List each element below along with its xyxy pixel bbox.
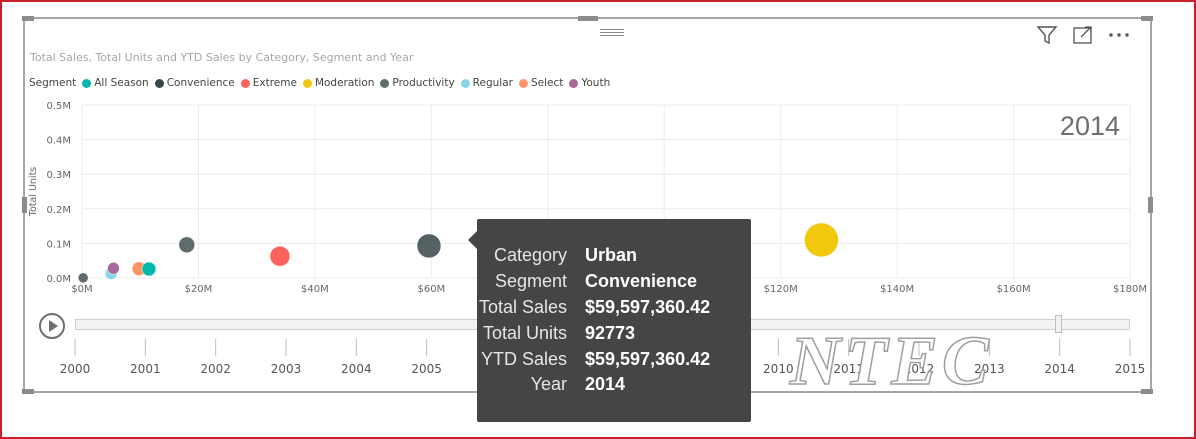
tooltip-value: Urban — [585, 245, 638, 266]
data-point-moderation — [804, 222, 839, 258]
data-point-productivity — [77, 272, 89, 284]
data-point-productivity — [178, 236, 196, 254]
tooltip-value: 2014 — [585, 374, 626, 395]
resize-handle-bottom-right[interactable] — [1141, 389, 1153, 394]
timeline-year-label[interactable]: 2004 — [341, 362, 372, 376]
timeline-year-label[interactable]: 2014 — [1044, 362, 1075, 376]
x-tick-label: $40M — [301, 284, 329, 295]
x-tick-label: $180M — [1113, 284, 1147, 295]
x-tick-label: $120M — [764, 284, 798, 295]
tooltip-row: YTD Sales $59,597,360.42 — [477, 346, 751, 372]
timeline-year-label[interactable]: 2005 — [411, 362, 442, 376]
y-axis-label: Total Units — [28, 167, 39, 218]
play-axis-thumb[interactable] — [1055, 315, 1062, 333]
timeline-year-label[interactable]: 2001 — [130, 362, 161, 376]
x-tick-label: $160M — [997, 284, 1031, 295]
data-point-youth — [107, 262, 120, 275]
timeline-year-label[interactable]: 2002 — [200, 362, 231, 376]
x-tick-label: $0M — [71, 284, 92, 295]
y-tick-label: 0.3M — [46, 170, 71, 181]
y-tick-label: 0.4M — [46, 136, 71, 147]
timeline-year-label[interactable]: 2000 — [60, 362, 91, 376]
tooltip-key: YTD Sales — [480, 348, 567, 369]
tooltip-value: $59,597,360.42 — [585, 296, 711, 317]
tooltip-key: Category — [493, 245, 567, 266]
tooltip-row: Segment Convenience — [477, 269, 751, 295]
y-tick-label: 0.2M — [46, 205, 71, 216]
tooltip-value: 92773 — [585, 322, 636, 343]
resize-handle-top[interactable] — [578, 16, 598, 21]
data-point-convenience — [416, 233, 442, 259]
x-tick-label: $20M — [185, 284, 213, 295]
tooltip-arrow — [468, 231, 477, 249]
tooltip-row: Total Sales $59,597,360.42 — [477, 295, 751, 321]
y-tick-label: 0.0M — [46, 274, 71, 285]
x-tick-label: $140M — [880, 284, 914, 295]
play-button[interactable] — [39, 313, 65, 339]
ntec-watermark: NTEC — [789, 322, 993, 401]
resize-handle-bottom-left[interactable] — [22, 389, 34, 394]
y-tick-label: 0.1M — [46, 239, 71, 250]
x-tick-label: $60M — [417, 284, 445, 295]
data-point-all-season — [141, 261, 157, 277]
play-axis-year-label: 2014 — [1060, 111, 1120, 141]
timeline-year-label[interactable]: 2003 — [271, 362, 302, 376]
resize-handle-top-left[interactable] — [22, 16, 34, 21]
resize-handle-left[interactable] — [22, 197, 27, 213]
data-point-tooltip: Category Urban Segment Convenience Total Sal… — [477, 219, 751, 422]
timeline-year-label[interactable]: 2015 — [1115, 362, 1146, 376]
tooltip-value: Convenience — [585, 271, 698, 292]
tooltip-key: Year — [530, 374, 567, 395]
play-icon — [49, 320, 58, 332]
resize-handle-top-right[interactable] — [1141, 16, 1153, 21]
tooltip-key: Segment — [494, 271, 567, 292]
data-point-extreme — [269, 245, 291, 267]
resize-handle-right[interactable] — [1148, 197, 1153, 213]
y-tick-label: 0.5M — [46, 101, 71, 112]
tooltip-value: $59,597,360.42 — [585, 348, 711, 369]
tooltip-row: Total Units 92773 — [477, 320, 751, 346]
tooltip-key: Total Sales — [478, 296, 567, 317]
tooltip-row: Category Urban — [477, 243, 751, 269]
tooltip-row: Year 2014 — [477, 372, 751, 398]
tooltip-key: Total Units — [482, 322, 567, 343]
